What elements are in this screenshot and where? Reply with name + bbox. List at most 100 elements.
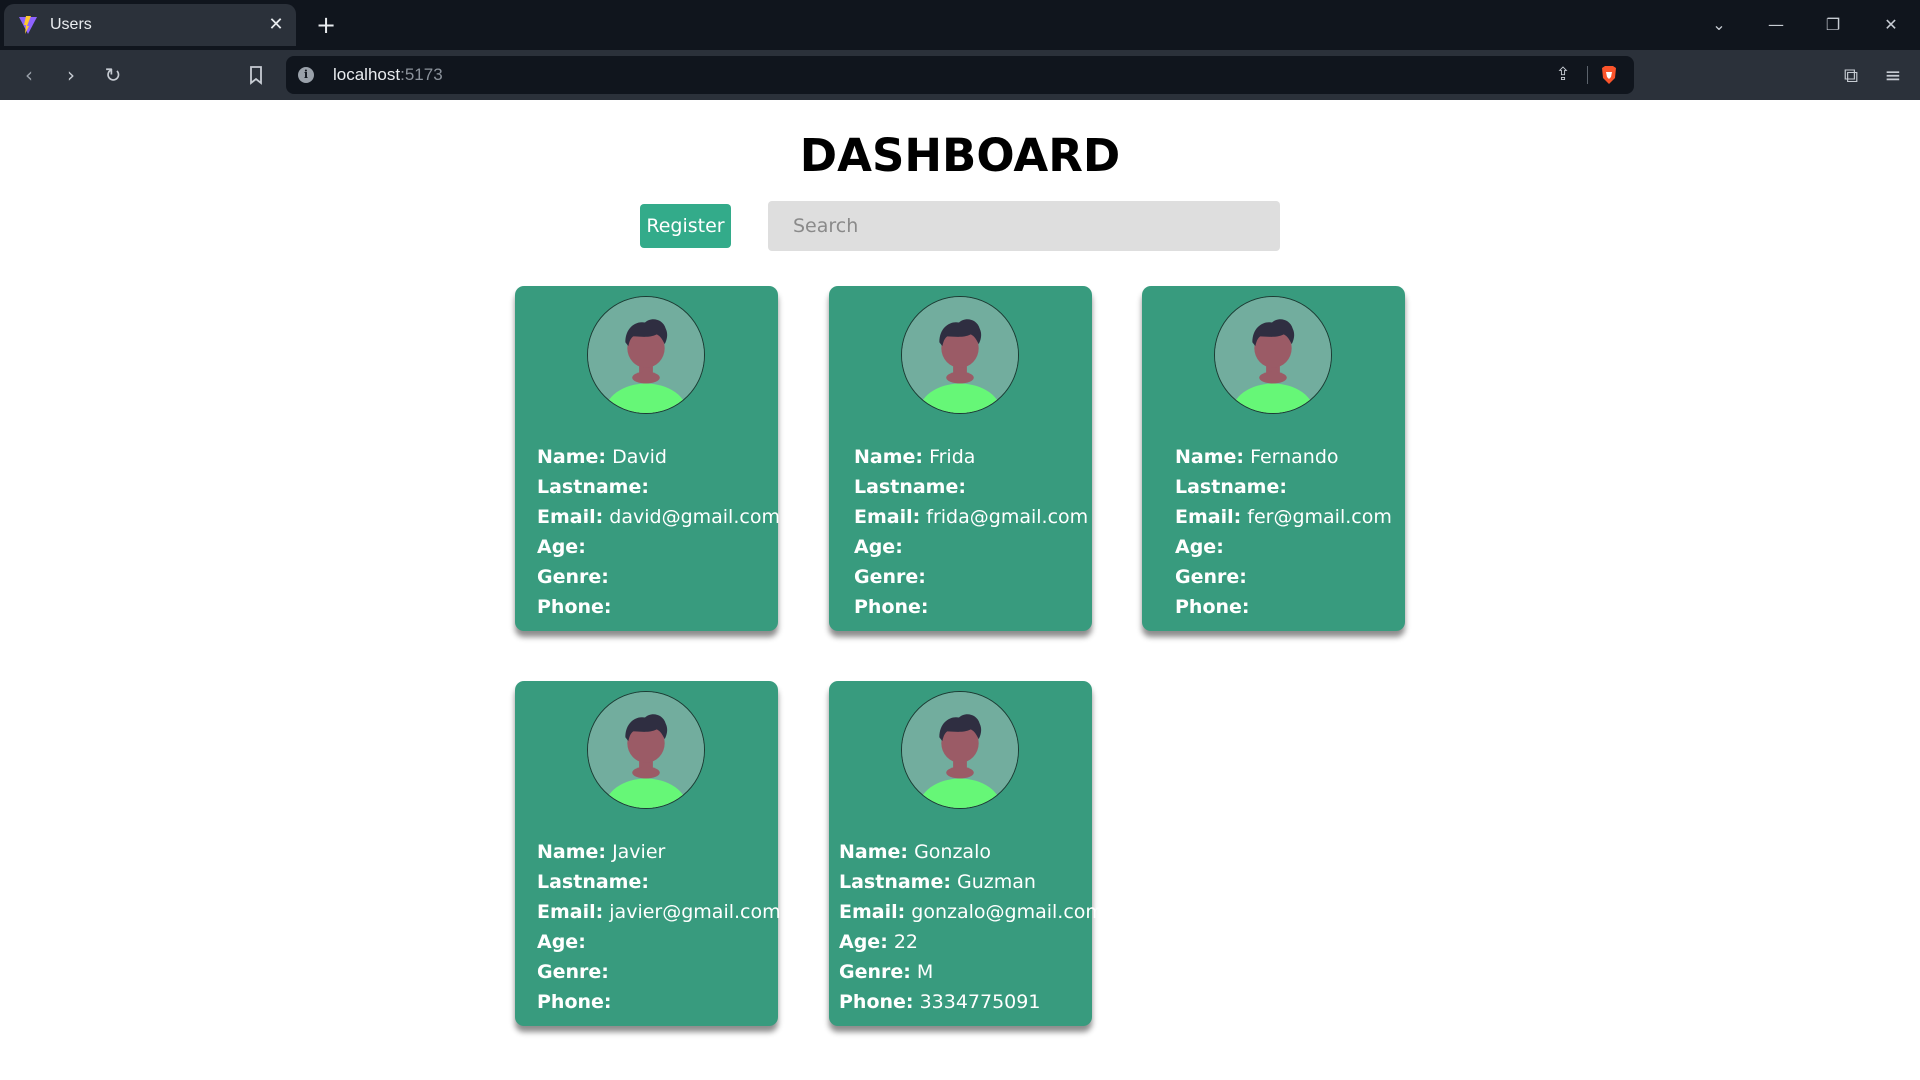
name-row: Name: Gonzalo	[839, 837, 1104, 867]
address-url: localhost:5173	[333, 56, 443, 94]
age-label: Age:	[839, 931, 888, 953]
email-row: Email: javier@gmail.com	[537, 897, 781, 927]
extensions-icon[interactable]: ⧉	[1838, 62, 1864, 88]
phone-row: Phone:	[537, 592, 780, 622]
email-label: Email:	[537, 901, 604, 923]
url-port: :5173	[400, 65, 443, 84]
user-info: Name: Fernando Lastname: Email: fer@gmai…	[1175, 442, 1392, 622]
address-bar[interactable]: i localhost:5173 ⇪	[286, 56, 1634, 94]
user-card: Name: Frida Lastname: Email: frida@gmail…	[829, 286, 1092, 631]
bookmark-icon[interactable]	[243, 62, 269, 88]
name-value: Javier	[612, 841, 666, 863]
tab-close-icon[interactable]: ✕	[266, 15, 286, 35]
age-value: 22	[893, 931, 919, 953]
age-row: Age:	[537, 927, 781, 957]
restore-icon[interactable]: ❐	[1820, 12, 1846, 38]
age-label: Age:	[537, 931, 586, 953]
window-close-icon[interactable]: ✕	[1878, 12, 1904, 38]
name-value: Frida	[929, 446, 976, 468]
avatar	[587, 691, 705, 809]
age-row: Age:	[854, 532, 1088, 562]
email-row: Email: fer@gmail.com	[1175, 502, 1392, 532]
phone-row: Phone:	[854, 592, 1088, 622]
genre-row: Genre:	[854, 562, 1088, 592]
email-value: david@gmail.com	[609, 506, 780, 528]
genre-label: Genre:	[1175, 566, 1247, 588]
browser-tab[interactable]: Users ✕	[4, 4, 296, 46]
name-label: Name:	[839, 841, 909, 863]
phone-label: Phone:	[839, 991, 914, 1013]
user-info: Name: Javier Lastname: Email: javier@gma…	[537, 837, 781, 1017]
avatar	[587, 296, 705, 414]
avatar	[901, 691, 1019, 809]
age-label: Age:	[854, 536, 903, 558]
user-info: Name: David Lastname: Email: david@gmail…	[537, 442, 780, 622]
phone-label: Phone:	[537, 596, 612, 618]
lastname-row: Lastname:	[1175, 472, 1392, 502]
genre-value: M	[916, 961, 934, 983]
name-row: Name: Frida	[854, 442, 1088, 472]
browser-tab-bar: Users ✕ + ⌄ — ❐ ✕	[0, 0, 1920, 50]
reload-icon[interactable]: ↻	[100, 62, 126, 88]
name-label: Name:	[537, 446, 607, 468]
phone-value: 3334775091	[919, 991, 1041, 1013]
search-input[interactable]	[768, 201, 1280, 251]
user-card: Name: Fernando Lastname: Email: fer@gmai…	[1142, 286, 1405, 631]
phone-label: Phone:	[854, 596, 929, 618]
lastname-row: Lastname:	[537, 867, 781, 897]
user-info: Name: Gonzalo Lastname: Guzman Email: go…	[839, 837, 1104, 1017]
lastname-label: Lastname:	[839, 871, 951, 893]
menu-icon[interactable]: ≡	[1880, 62, 1906, 88]
genre-label: Genre:	[854, 566, 926, 588]
avatar-person-icon	[902, 692, 1018, 808]
user-card: Name: Javier Lastname: Email: javier@gma…	[515, 681, 781, 1026]
name-label: Name:	[537, 841, 607, 863]
new-tab-icon[interactable]: +	[313, 12, 339, 38]
url-host: localhost	[333, 65, 401, 84]
brave-shields-icon[interactable]	[1598, 64, 1620, 86]
omnibox-divider	[1587, 66, 1588, 84]
name-value: David	[612, 446, 667, 468]
tab-search-chevron-icon[interactable]: ⌄	[1706, 12, 1732, 38]
lastname-value: Guzman	[957, 871, 1036, 893]
lastname-label: Lastname:	[537, 871, 649, 893]
share-icon[interactable]: ⇪	[1552, 64, 1574, 86]
avatar-person-icon	[588, 297, 704, 413]
email-value: gonzalo@gmail.com	[911, 901, 1104, 923]
genre-label: Genre:	[537, 566, 609, 588]
genre-row: Genre:	[537, 957, 781, 987]
email-value: frida@gmail.com	[926, 506, 1089, 528]
lastname-row: Lastname:	[537, 472, 780, 502]
register-button[interactable]: Register	[640, 204, 731, 248]
browser-toolbar: ‹ › ↻ i localhost:5173 ⇪ ⧉ ≡	[0, 50, 1920, 100]
genre-row: Genre:	[537, 562, 780, 592]
name-row: Name: Fernando	[1175, 442, 1392, 472]
email-label: Email:	[537, 506, 604, 528]
user-card: Name: David Lastname: Email: david@gmail…	[515, 286, 780, 631]
name-row: Name: David	[537, 442, 780, 472]
lastname-label: Lastname:	[537, 476, 649, 498]
email-label: Email:	[854, 506, 921, 528]
phone-row: Phone:	[537, 987, 781, 1017]
user-card: Name: Gonzalo Lastname: Guzman Email: go…	[829, 681, 1104, 1026]
email-row: Email: gonzalo@gmail.com	[839, 897, 1104, 927]
genre-row: Genre: M	[839, 957, 1104, 987]
email-row: Email: frida@gmail.com	[854, 502, 1088, 532]
minimize-icon[interactable]: —	[1763, 12, 1789, 38]
age-row: Age: 22	[839, 927, 1104, 957]
phone-label: Phone:	[537, 991, 612, 1013]
page-title: DASHBOARD	[799, 129, 1121, 182]
avatar-person-icon	[902, 297, 1018, 413]
forward-icon[interactable]: ›	[58, 62, 84, 88]
vite-favicon-icon	[18, 15, 38, 35]
email-row: Email: david@gmail.com	[537, 502, 780, 532]
lastname-row: Lastname: Guzman	[839, 867, 1104, 897]
email-value: javier@gmail.com	[609, 901, 781, 923]
name-value: Gonzalo	[914, 841, 991, 863]
lastname-label: Lastname:	[854, 476, 966, 498]
avatar	[1214, 296, 1332, 414]
name-label: Name:	[854, 446, 924, 468]
site-info-icon[interactable]: i	[298, 67, 314, 83]
age-label: Age:	[537, 536, 586, 558]
back-icon[interactable]: ‹	[16, 62, 42, 88]
